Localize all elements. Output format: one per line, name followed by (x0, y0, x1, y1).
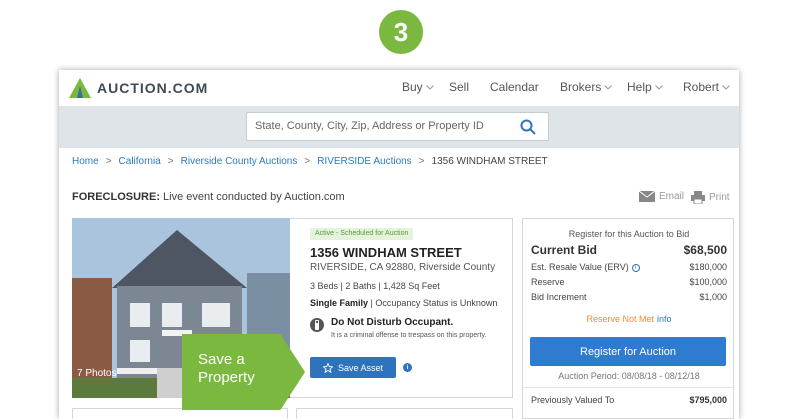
search-bar: State, County, City, Zip, Address or Pro… (59, 106, 739, 148)
logo-text: AUCTION.COM (97, 80, 209, 96)
dnd-warning-text: It is a criminal offense to trespass on … (331, 332, 487, 339)
breadcrumb-current: 1356 WINDHAM STREET (431, 156, 548, 167)
search-placeholder: State, County, City, Zip, Address or Pro… (255, 120, 484, 132)
email-share-button[interactable]: Email (639, 191, 684, 202)
reserve-label: Reserve (531, 277, 565, 287)
breadcrumb-city[interactable]: RIVERSIDE Auctions (317, 156, 411, 167)
register-prompt: Register for this Auction to Bid (568, 229, 690, 239)
erv-value: $180,000 (689, 262, 727, 272)
info-icon[interactable]: i (403, 363, 412, 372)
prev-valued-label: Previously Valued To (531, 395, 615, 405)
browser-window: AUCTION.COM Buy Sell Calendar Brokers He… (59, 70, 739, 419)
lower-card-middle (296, 408, 513, 419)
nav-calendar[interactable]: Calendar (490, 80, 539, 94)
breadcrumb-separator: > (105, 156, 112, 167)
email-label: Email (659, 191, 685, 202)
breadcrumb-county[interactable]: Riverside County Auctions (181, 156, 298, 167)
photo-count-label[interactable]: 7 Photos (77, 368, 116, 379)
reserve-value: $100,000 (689, 277, 727, 287)
nav-buy[interactable]: Buy (402, 80, 434, 94)
increment-label: Bid Increment (531, 292, 587, 302)
reserve-row: Reserve $100,000 (531, 277, 727, 287)
nav-brokers[interactable]: Brokers (560, 80, 613, 94)
current-bid-label: Current Bid (531, 243, 597, 257)
reserve-status-text: Reserve Not Met (586, 314, 654, 324)
property-address: 1356 WINDHAM STREET (310, 245, 462, 260)
occupancy-status: | Occupancy Status is Unknown (368, 298, 498, 308)
chevron-down-icon (604, 84, 613, 90)
nav-help[interactable]: Help (627, 80, 663, 94)
nav-calendar-label: Calendar (490, 80, 539, 94)
chevron-down-icon (722, 84, 730, 90)
breadcrumb-home[interactable]: Home (72, 156, 99, 167)
print-button[interactable]: Print (691, 191, 730, 204)
property-specs: 3 Beds | 2 Baths | 1,428 Sq Feet (310, 281, 440, 291)
auction-period: Auction Period: 08/08/18 - 08/12/18 (558, 371, 700, 381)
save-property-callout: Save a Property (182, 334, 305, 410)
erv-label-wrap: Est. Resale Value (ERV) i (531, 262, 640, 272)
search-input[interactable]: State, County, City, Zip, Address or Pro… (246, 112, 549, 141)
door-hanger-icon (310, 318, 324, 332)
breadcrumb-state[interactable]: California (119, 156, 161, 167)
chevron-down-icon (425, 84, 434, 90)
nav-brokers-label: Brokers (560, 80, 602, 94)
bidding-panel: Register for this Auction to Bid Current… (522, 218, 735, 419)
nav-sell[interactable]: Sell (449, 80, 469, 94)
nav-buy-label: Buy (402, 80, 423, 94)
nav-user-label: Robert (683, 80, 720, 94)
top-navigation: AUCTION.COM Buy Sell Calendar Brokers He… (59, 70, 739, 106)
erv-info-icon[interactable]: i (631, 263, 640, 272)
event-type-label: FORECLOSURE: (72, 191, 160, 203)
reserve-info-link[interactable]: info (657, 314, 672, 324)
printer-icon (691, 191, 705, 204)
logo-mark-icon (69, 78, 91, 98)
property-type: Single Family (310, 298, 369, 308)
breadcrumb: Home > California > Riverside County Auc… (72, 156, 548, 167)
prev-valued-value: $795,000 (689, 395, 727, 405)
breadcrumb-separator: > (418, 156, 425, 167)
nav-sell-label: Sell (449, 80, 470, 94)
envelope-icon (639, 191, 655, 202)
star-icon (322, 362, 333, 373)
property-city-line: RIVERSIDE, CA 92880, Riverside County (310, 262, 496, 273)
step-number-badge: 3 (379, 10, 423, 54)
breadcrumb-separator: > (304, 156, 311, 167)
nav-user-menu[interactable]: Robert (683, 80, 730, 94)
increment-row: Bid Increment $1,000 (531, 292, 727, 302)
current-bid-row: Current Bid $68,500 (531, 243, 727, 257)
event-description: FORECLOSURE: Live event conducted by Auc… (72, 191, 345, 203)
status-badge: Active - Scheduled for Auction (310, 228, 414, 240)
register-for-auction-button[interactable]: Register for Auction (530, 337, 726, 366)
save-asset-button[interactable]: Save Asset (310, 357, 396, 378)
previously-valued-row: Previously Valued To $795,000 (531, 395, 727, 405)
erv-label: Est. Resale Value (ERV) (531, 262, 629, 272)
callout-line-2: Property (198, 369, 255, 386)
nav-help-label: Help (627, 80, 652, 94)
search-icon[interactable] (520, 119, 536, 135)
reserve-status: Reserve Not Met info (523, 314, 735, 324)
site-logo[interactable]: AUCTION.COM (69, 78, 208, 98)
current-bid-value: $68,500 (683, 243, 727, 257)
event-text: Live event conducted by Auction.com (160, 191, 345, 203)
property-details-card: Active - Scheduled for Auction 1356 WIND… (290, 218, 513, 398)
print-label: Print (709, 192, 730, 203)
property-type-line: Single Family | Occupancy Status is Unkn… (310, 298, 497, 308)
dnd-title: Do Not Disturb Occupant. (331, 317, 454, 328)
save-asset-label: Save Asset (337, 362, 384, 373)
erv-row: Est. Resale Value (ERV) i $180,000 (531, 262, 727, 272)
register-button-label: Register for Auction (580, 345, 676, 358)
divider (523, 387, 735, 388)
increment-value: $1,000 (699, 292, 727, 302)
callout-line-1: Save a (198, 351, 245, 368)
chevron-down-icon (654, 84, 663, 90)
breadcrumb-separator: > (167, 156, 174, 167)
